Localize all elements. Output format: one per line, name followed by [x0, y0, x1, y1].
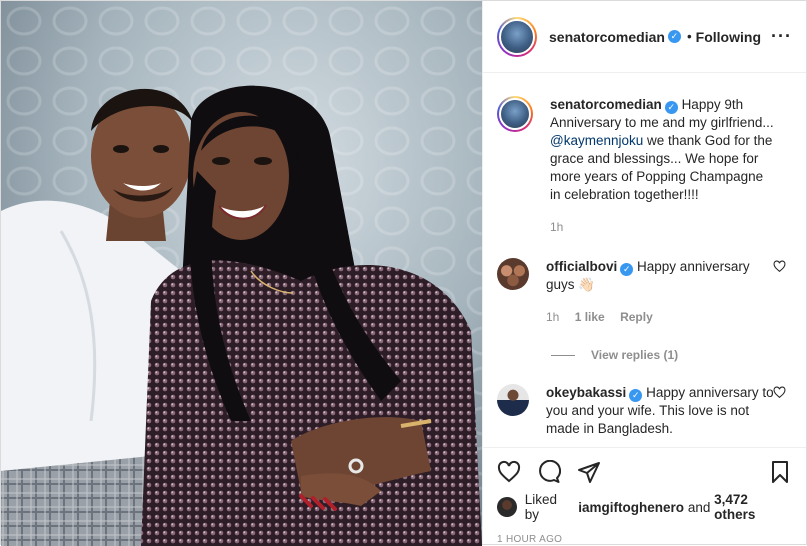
likes-summary: Liked by iamgiftoghenero and 3,472 other… — [497, 492, 792, 522]
following-button[interactable]: Following — [696, 29, 761, 45]
comment-item: officialbovi ✓ Happy anniversary guys 👋🏻 … — [497, 258, 792, 326]
verified-badge-icon: ✓ — [664, 101, 678, 114]
post-actions: Liked by iamgiftoghenero and 3,472 other… — [483, 447, 806, 545]
caption-time[interactable]: 1h — [550, 220, 563, 234]
comment-username[interactable]: okeybakassi — [546, 385, 626, 400]
like-heart-icon[interactable] — [497, 460, 521, 484]
comment-likes[interactable]: 1 like — [575, 310, 605, 324]
comment-bubble-icon[interactable] — [537, 460, 561, 484]
instagram-post: senatorcomedian ✓ • Following ··· senato… — [0, 0, 807, 546]
comment-like-heart-icon[interactable] — [773, 386, 786, 399]
post-timestamp[interactable]: 1 HOUR AGO — [497, 534, 792, 545]
likes-others-link[interactable]: 3,472 others — [714, 492, 792, 522]
share-send-icon[interactable] — [577, 460, 601, 484]
caption: senatorcomedian ✓ Happy 9th Anniversary t… — [497, 96, 792, 236]
author-avatar[interactable] — [497, 16, 537, 57]
verified-badge-icon: ✓ — [667, 30, 681, 43]
verified-badge-icon: ✓ — [620, 263, 634, 276]
separator-dot: • — [686, 29, 692, 44]
reply-button[interactable]: Reply — [620, 310, 653, 324]
post-sidebar: senatorcomedian ✓ • Following ··· senato… — [482, 1, 806, 545]
comment-username[interactable]: officialbovi — [546, 259, 617, 274]
verified-badge-icon: ✓ — [629, 389, 643, 402]
author-username[interactable]: senatorcomedian — [549, 29, 665, 45]
more-options-icon[interactable]: ··· — [771, 26, 792, 47]
comment-time[interactable]: 1h — [546, 310, 559, 324]
view-replies-label: View replies (1) — [591, 348, 679, 362]
caption-username[interactable]: senatorcomedian — [550, 97, 662, 112]
couple-photo-illustration — [1, 1, 482, 546]
comment-item: okeybakassi ✓ Happy anniversary to you an… — [497, 384, 792, 438]
caption-mention-link[interactable]: @kaymennjoku — [550, 133, 643, 148]
post-photo[interactable] — [1, 1, 482, 546]
post-header: senatorcomedian ✓ • Following ··· — [483, 1, 806, 73]
liked-by-conj: and — [687, 499, 711, 515]
bookmark-icon[interactable] — [768, 460, 792, 484]
liker-avatar[interactable] — [497, 497, 517, 517]
commenter-avatar[interactable] — [497, 258, 529, 290]
liked-by-prefix: Liked by — [524, 492, 558, 522]
comments-section: senatorcomedian ✓ Happy 9th Anniversary t… — [483, 74, 806, 447]
view-replies-line — [551, 354, 575, 356]
comment-like-heart-icon[interactable] — [773, 260, 786, 273]
liker-username[interactable]: iamgiftoghenero — [578, 500, 684, 515]
view-replies-button[interactable]: View replies (1) — [551, 348, 792, 362]
caption-avatar[interactable] — [497, 96, 533, 132]
commenter-avatar[interactable] — [497, 384, 529, 416]
